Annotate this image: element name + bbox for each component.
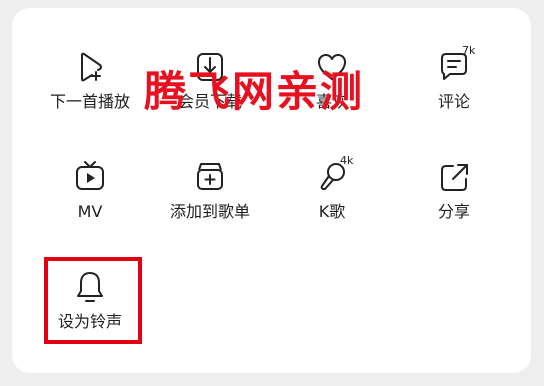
- add-to-playlist-label: 添加到歌单: [169, 202, 250, 221]
- tv-play-icon: [76, 161, 104, 190]
- karaoke-count-badge: 4k: [340, 154, 354, 167]
- play-next-label: 下一首播放: [49, 92, 130, 111]
- add-to-playlist-button[interactable]: 添加到歌单: [150, 158, 270, 238]
- play-next-icon: [81, 52, 102, 82]
- mv-button[interactable]: MV: [30, 158, 150, 238]
- comment-button[interactable]: 7k 评论: [394, 44, 514, 128]
- add-to-playlist-icon: [197, 163, 223, 190]
- share-label: 分享: [437, 202, 470, 221]
- comment-label: 评论: [437, 92, 470, 111]
- play-next-button[interactable]: 下一首播放: [30, 48, 150, 128]
- share-icon: [441, 164, 468, 191]
- share-button[interactable]: 分享: [394, 158, 514, 238]
- mv-label: MV: [77, 202, 103, 221]
- karaoke-button[interactable]: 4k K歌: [272, 154, 392, 238]
- karaoke-label: K歌: [318, 202, 346, 221]
- comment-count-badge: 7k: [462, 44, 476, 57]
- watermark-text: 腾飞网亲测: [144, 67, 365, 116]
- highlight-box: [44, 257, 142, 344]
